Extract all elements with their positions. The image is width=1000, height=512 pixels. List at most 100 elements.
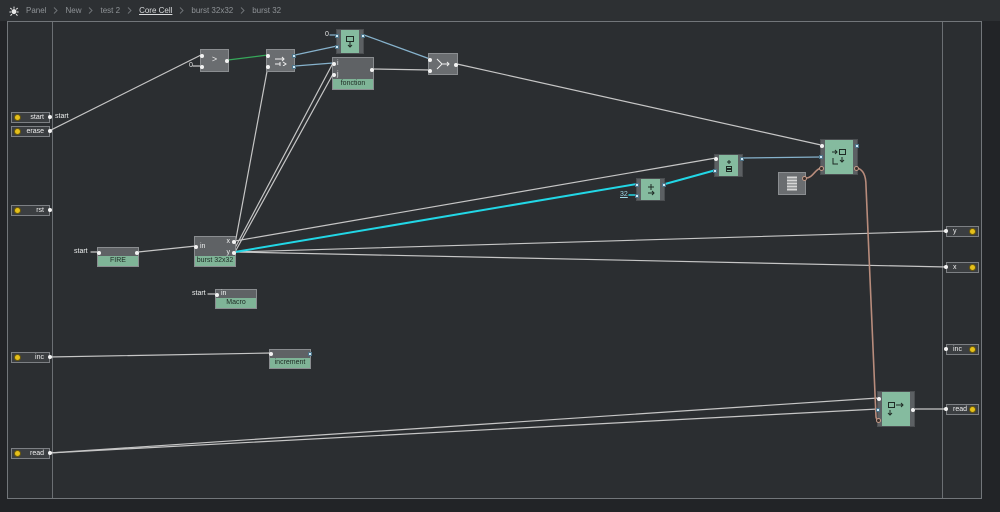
port-jack[interactable] bbox=[48, 115, 52, 119]
register-constant[interactable]: 0 bbox=[325, 31, 329, 38]
wire-inc-to-increment[interactable] bbox=[48, 352, 272, 358]
port-jack[interactable] bbox=[48, 129, 52, 133]
input-pin[interactable] bbox=[428, 69, 432, 73]
macro-label: fonction bbox=[333, 79, 373, 89]
input-pin[interactable] bbox=[876, 408, 880, 412]
output-port-read[interactable]: read bbox=[944, 404, 979, 415]
output-pin[interactable] bbox=[135, 251, 139, 255]
input-pin[interactable] bbox=[428, 58, 432, 62]
port-jack[interactable] bbox=[48, 355, 52, 359]
wire-read-to-array-read-a[interactable] bbox=[48, 397, 879, 454]
input-pin[interactable] bbox=[714, 157, 718, 161]
input-pin[interactable] bbox=[820, 144, 824, 148]
output-pin[interactable] bbox=[454, 63, 458, 67]
input-pin[interactable] bbox=[194, 245, 198, 249]
burst-macro[interactable]: in x y burst 32x32 bbox=[194, 236, 236, 267]
input-port-erase[interactable]: erase bbox=[11, 126, 52, 137]
array-read-module[interactable] bbox=[876, 391, 915, 427]
port-jack[interactable] bbox=[944, 347, 948, 351]
wire-adder-to-index[interactable] bbox=[664, 169, 717, 185]
macro-label: increment bbox=[270, 358, 310, 368]
output-pin[interactable] bbox=[232, 251, 236, 255]
value-register-icon bbox=[346, 35, 354, 48]
port-jack[interactable] bbox=[944, 229, 948, 233]
wire-router-to-array-write[interactable] bbox=[456, 63, 822, 146]
latch-module[interactable] bbox=[266, 49, 296, 72]
output-pin[interactable] bbox=[854, 166, 859, 171]
input-pin[interactable] bbox=[215, 293, 219, 297]
wire-read-to-array-read-b[interactable] bbox=[48, 408, 879, 454]
wire-compare-to-latch[interactable] bbox=[227, 54, 269, 61]
output-pin[interactable] bbox=[662, 183, 666, 187]
input-pin[interactable] bbox=[200, 65, 204, 69]
input-pin[interactable] bbox=[97, 251, 101, 255]
output-port-x[interactable]: x bbox=[944, 262, 979, 273]
input-port-read[interactable]: read bbox=[11, 448, 52, 459]
output-pin[interactable] bbox=[225, 59, 229, 63]
macro-module[interactable]: in Macro bbox=[215, 289, 257, 309]
output-pin[interactable] bbox=[361, 34, 365, 38]
output-pin[interactable] bbox=[911, 408, 915, 412]
port-jack[interactable] bbox=[48, 208, 52, 212]
register-module[interactable] bbox=[335, 29, 365, 54]
input-port-inc[interactable]: inc bbox=[11, 352, 52, 363]
input-pin[interactable] bbox=[200, 54, 204, 58]
output-pin[interactable] bbox=[740, 157, 744, 161]
array-index-module[interactable] bbox=[713, 154, 744, 177]
adder-icon bbox=[647, 183, 655, 195]
fire-macro[interactable]: FIRE bbox=[97, 247, 139, 267]
input-pin[interactable] bbox=[335, 34, 339, 38]
wire-fonction-to-router[interactable] bbox=[372, 68, 431, 71]
input-pin[interactable] bbox=[266, 54, 270, 58]
output-pin[interactable] bbox=[308, 352, 312, 356]
output-pin[interactable] bbox=[802, 176, 807, 181]
output-pin[interactable] bbox=[855, 144, 859, 148]
input-pin[interactable] bbox=[713, 169, 717, 173]
input-pin[interactable] bbox=[266, 65, 270, 69]
input-pin[interactable] bbox=[335, 45, 339, 49]
wire-latch-to-fonction[interactable] bbox=[294, 62, 334, 67]
fonction-macro[interactable]: i j fonction bbox=[332, 57, 374, 90]
output-port-y[interactable]: y bbox=[944, 226, 979, 237]
port-jack[interactable] bbox=[48, 451, 52, 455]
input-pin[interactable] bbox=[819, 166, 824, 171]
wire-array-write-to-array-read[interactable] bbox=[856, 167, 880, 421]
output-pin[interactable] bbox=[370, 68, 374, 72]
router-module[interactable] bbox=[428, 53, 458, 75]
port-label: read bbox=[953, 406, 968, 413]
array-module[interactable] bbox=[778, 172, 807, 195]
port-led-icon bbox=[15, 451, 20, 456]
input-pin[interactable] bbox=[269, 352, 273, 356]
input-port-rst[interactable]: rst bbox=[11, 205, 52, 216]
output-pin[interactable] bbox=[292, 54, 296, 58]
wire-fire-to-burst[interactable] bbox=[137, 245, 197, 253]
increment-macro[interactable]: increment bbox=[269, 349, 312, 369]
wire-burst-to-fonction-i[interactable] bbox=[234, 62, 334, 249]
input-pin[interactable] bbox=[332, 62, 336, 66]
output-pin[interactable] bbox=[292, 65, 296, 69]
wire-erase-to-compare[interactable] bbox=[48, 54, 202, 132]
port-led-icon bbox=[970, 407, 975, 412]
wire-register-to-router[interactable] bbox=[363, 34, 431, 60]
wire-latch-to-register[interactable] bbox=[294, 45, 338, 56]
port-jack[interactable] bbox=[944, 265, 948, 269]
input-pin[interactable] bbox=[332, 73, 336, 77]
port-jack[interactable] bbox=[944, 407, 948, 411]
output-port-inc[interactable]: inc bbox=[944, 344, 979, 355]
adder-constant[interactable]: 32 bbox=[620, 191, 628, 198]
port-led-icon bbox=[15, 115, 20, 120]
wire-burst-to-out-x[interactable] bbox=[234, 251, 948, 268]
input-pin[interactable] bbox=[876, 418, 881, 423]
output-label-y: y bbox=[226, 249, 231, 256]
input-pin[interactable] bbox=[877, 397, 881, 401]
compare-constant[interactable]: 0 bbox=[189, 62, 193, 69]
input-pin[interactable] bbox=[635, 194, 639, 198]
output-pin[interactable] bbox=[232, 240, 236, 244]
input-pin[interactable] bbox=[635, 183, 639, 187]
array-write-module[interactable] bbox=[819, 139, 859, 175]
compare-module[interactable]: > bbox=[200, 49, 229, 72]
input-pin[interactable] bbox=[819, 155, 823, 159]
input-port-start[interactable]: start bbox=[11, 112, 52, 123]
adder-module[interactable] bbox=[635, 178, 666, 201]
wire-index-to-array-write[interactable] bbox=[742, 156, 822, 159]
